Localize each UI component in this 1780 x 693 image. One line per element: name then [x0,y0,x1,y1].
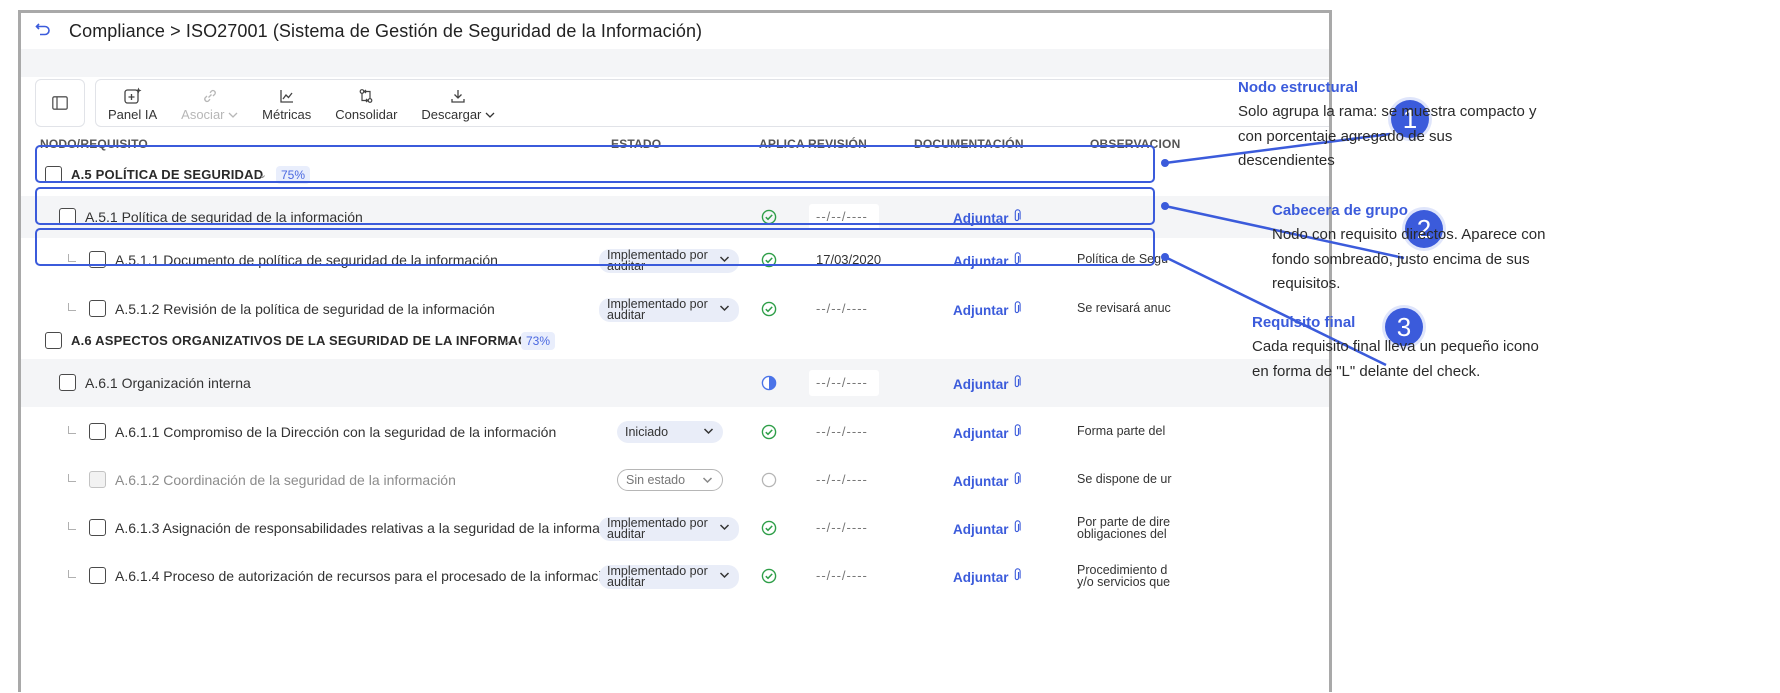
annotation-body: Solo agrupa la rama: se muestra compacto… [1238,103,1537,169]
annotation-title: Requisito final [1252,314,1356,331]
annotation-title: Cabecera de grupo [1272,202,1408,219]
annotation-title: Nodo estructural [1238,79,1359,96]
annotation-body: Nodo con requisito directos. Aparece con… [1272,226,1546,292]
annotation-body: Cada requisito final lleva un pequeño ic… [1252,338,1539,380]
